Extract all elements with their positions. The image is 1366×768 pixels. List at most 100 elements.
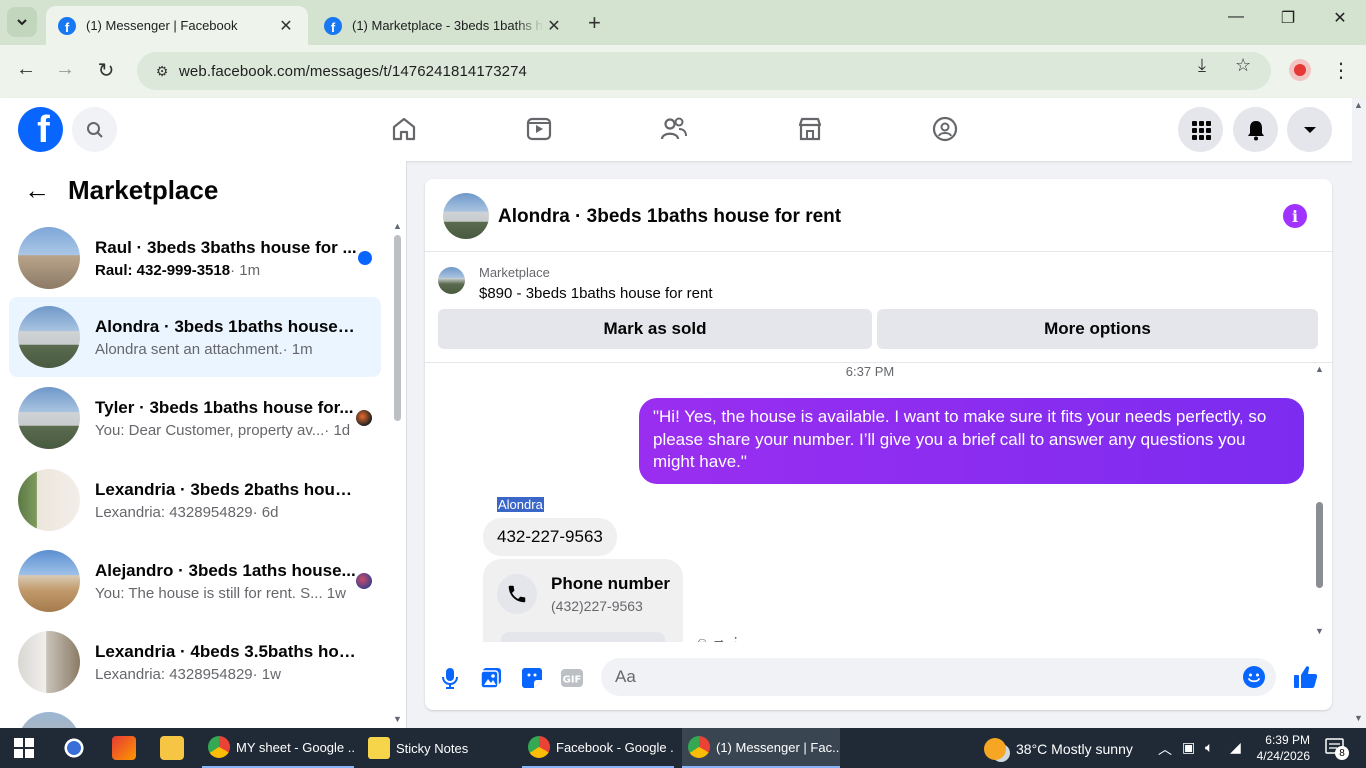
tab-marketplace[interactable]: f (1) Marketplace - 3beds 1baths ho ✕ (312, 6, 576, 45)
message-thread: 6:37 PM "Hi! Yes, the house is available… (425, 364, 1332, 642)
scroll-down-icon[interactable]: ▼ (1315, 626, 1324, 636)
taskbar-app-messenger[interactable]: (1) Messenger | Fac... (682, 728, 840, 768)
conversation-item[interactable]: Tyler · 3beds 1baths house for... You: D… (9, 378, 381, 458)
gif-button[interactable]: GIF (559, 665, 585, 691)
phone-contact-card[interactable]: Phone number (432)227-9563 (483, 559, 683, 642)
close-tab-icon[interactable]: ✕ (276, 16, 296, 36)
message-actions[interactable]: ☺ ➦ ⋮ (695, 634, 743, 642)
marketplace-nav[interactable] (795, 114, 825, 144)
outgoing-message[interactable]: "Hi! Yes, the house is available. I want… (639, 398, 1304, 484)
listing-thumbnail (18, 227, 80, 289)
scroll-down-icon[interactable]: ▼ (1354, 713, 1363, 723)
taskbar-app-sticky-notes[interactable]: Sticky Notes (362, 728, 514, 768)
message-input-placeholder: Aa (615, 667, 636, 686)
weather-text: 38°C Mostly sunny (1016, 741, 1133, 757)
incoming-message-text: 432-227-9563 (497, 527, 603, 546)
sidebar-scrollbar[interactable]: ▲ ▼ (393, 221, 402, 726)
windows-start-icon[interactable] (14, 738, 34, 758)
menu-button[interactable] (1178, 107, 1223, 152)
weather-widget[interactable]: 38°C Mostly sunny (984, 738, 1133, 760)
profile-avatar[interactable] (1289, 59, 1311, 81)
attach-photo-button[interactable] (478, 665, 504, 691)
scrollbar-thumb[interactable] (394, 235, 401, 421)
emoji-icon[interactable] (1242, 665, 1266, 689)
account-button[interactable] (1287, 107, 1332, 152)
conversation-item[interactable]: Raul · 3beds 3baths house for ... Raul: … (9, 218, 381, 298)
home-nav[interactable] (389, 114, 419, 144)
groups-nav[interactable] (930, 114, 960, 144)
conversation-item[interactable]: Lexandria · 4beds 3.5baths hous... Lexan… (9, 622, 381, 702)
conversation-item[interactable]: Alondra · 3beds 1baths house fo... Alond… (9, 297, 381, 377)
taskbar-app-sheet[interactable]: MY sheet - Google ... (202, 728, 354, 768)
network-device-icon[interactable]: ▣ (1182, 739, 1195, 756)
new-tab-button[interactable]: + (588, 10, 601, 36)
conversation-preview: Lexandria: 4328954829 (95, 665, 253, 683)
install-app-icon[interactable]: ⤓ (1198, 55, 1206, 76)
voice-clip-button[interactable] (437, 665, 463, 691)
file-explorer-icon[interactable] (160, 736, 184, 760)
close-tab-icon[interactable]: ✕ (544, 16, 564, 36)
address-bar[interactable]: ⚙ web.facebook.com/messages/t/1476241814… (137, 52, 1271, 90)
tab-search-button[interactable] (7, 7, 37, 37)
video-icon (526, 117, 552, 141)
taskbar-app-facebook[interactable]: Facebook - Google ... (522, 728, 674, 768)
tab-messenger[interactable]: f (1) Messenger | Facebook ✕ (46, 6, 308, 45)
contact-card-action-button[interactable] (501, 632, 665, 642)
scroll-up-icon[interactable]: ▲ (393, 221, 402, 231)
app-icon[interactable] (112, 736, 136, 760)
bookmark-star-icon[interactable]: ☆ (1235, 55, 1251, 76)
site-info-icon[interactable]: ⚙ (145, 63, 179, 80)
back-button[interactable]: ← (12, 58, 40, 81)
conversation-item[interactable]: Lexandria · 3beds 2baths house ... Lexan… (9, 460, 381, 540)
like-button[interactable] (1293, 664, 1319, 695)
browser-menu-icon[interactable]: ⋮ (1331, 58, 1351, 83)
thumbs-up-icon (1294, 666, 1318, 688)
restore-button[interactable]: ❐ (1273, 8, 1303, 28)
scroll-up-icon[interactable]: ▲ (1315, 364, 1324, 374)
clock-time: 6:39 PM (1265, 733, 1310, 747)
listing-detail[interactable]: $890 - 3beds 1baths house for rent (479, 285, 713, 302)
svg-text:GIF: GIF (563, 675, 582, 686)
system-clock[interactable]: 6:39 PM 4/24/2026 (1250, 732, 1310, 764)
back-arrow-icon[interactable]: ← (24, 175, 50, 206)
facebook-logo[interactable]: f (18, 107, 63, 152)
search-button[interactable] (72, 107, 117, 152)
incoming-message[interactable]: 432-227-9563 (483, 518, 617, 556)
minimize-button[interactable]: — (1221, 8, 1251, 26)
tray-chevron-icon[interactable]: ︿ (1158, 739, 1172, 759)
reload-button[interactable]: ↻ (92, 58, 120, 83)
chat-avatar[interactable] (443, 193, 489, 239)
conversation-item[interactable]: Alejandro · 3beds 1aths house... You: Th… (9, 541, 381, 621)
scrollbar-thumb[interactable] (1316, 502, 1323, 588)
scroll-down-icon[interactable]: ▼ (393, 714, 402, 724)
facebook-favicon-icon: f (58, 16, 76, 35)
notification-center[interactable]: 8 (1325, 738, 1349, 760)
app-icon[interactable] (62, 736, 86, 760)
thread-scrollbar[interactable]: ▲ ▼ (1313, 364, 1325, 642)
listing-thumbnail[interactable] (438, 267, 465, 294)
facebook-header: f (0, 98, 1366, 161)
conversation-age: · 1m (282, 340, 313, 358)
volume-icon[interactable]: 🔈︎ (1205, 739, 1213, 756)
chrome-icon (688, 736, 710, 758)
mark-as-sold-button[interactable]: Mark as sold (438, 309, 872, 349)
page-scrollbar[interactable]: ▲ ▼ (1352, 98, 1366, 728)
chat-title[interactable]: Alondra · 3beds 1baths house for rent (498, 206, 841, 228)
message-input[interactable]: Aa (601, 658, 1276, 696)
message-timestamp: 6:37 PM (845, 364, 895, 379)
sticker-button[interactable] (519, 665, 545, 691)
more-options-button[interactable]: More options (877, 309, 1318, 349)
friends-nav[interactable] (659, 114, 689, 144)
search-icon (86, 121, 103, 138)
conversation-item[interactable] (9, 703, 381, 728)
video-nav[interactable] (524, 114, 554, 144)
taskbar-app-label: MY sheet - Google ... (236, 739, 354, 755)
close-window-button[interactable]: ✕ (1325, 8, 1355, 28)
info-icon[interactable]: i (1283, 204, 1307, 228)
forward-button[interactable]: → (51, 58, 79, 81)
scroll-up-icon[interactable]: ▲ (1354, 100, 1363, 110)
wifi-icon[interactable]: ◢ (1230, 739, 1241, 756)
conversation-title: Raul · 3beds 3baths house for ... (95, 237, 357, 257)
listing-thumbnail (18, 387, 80, 449)
notifications-button[interactable] (1233, 107, 1278, 152)
